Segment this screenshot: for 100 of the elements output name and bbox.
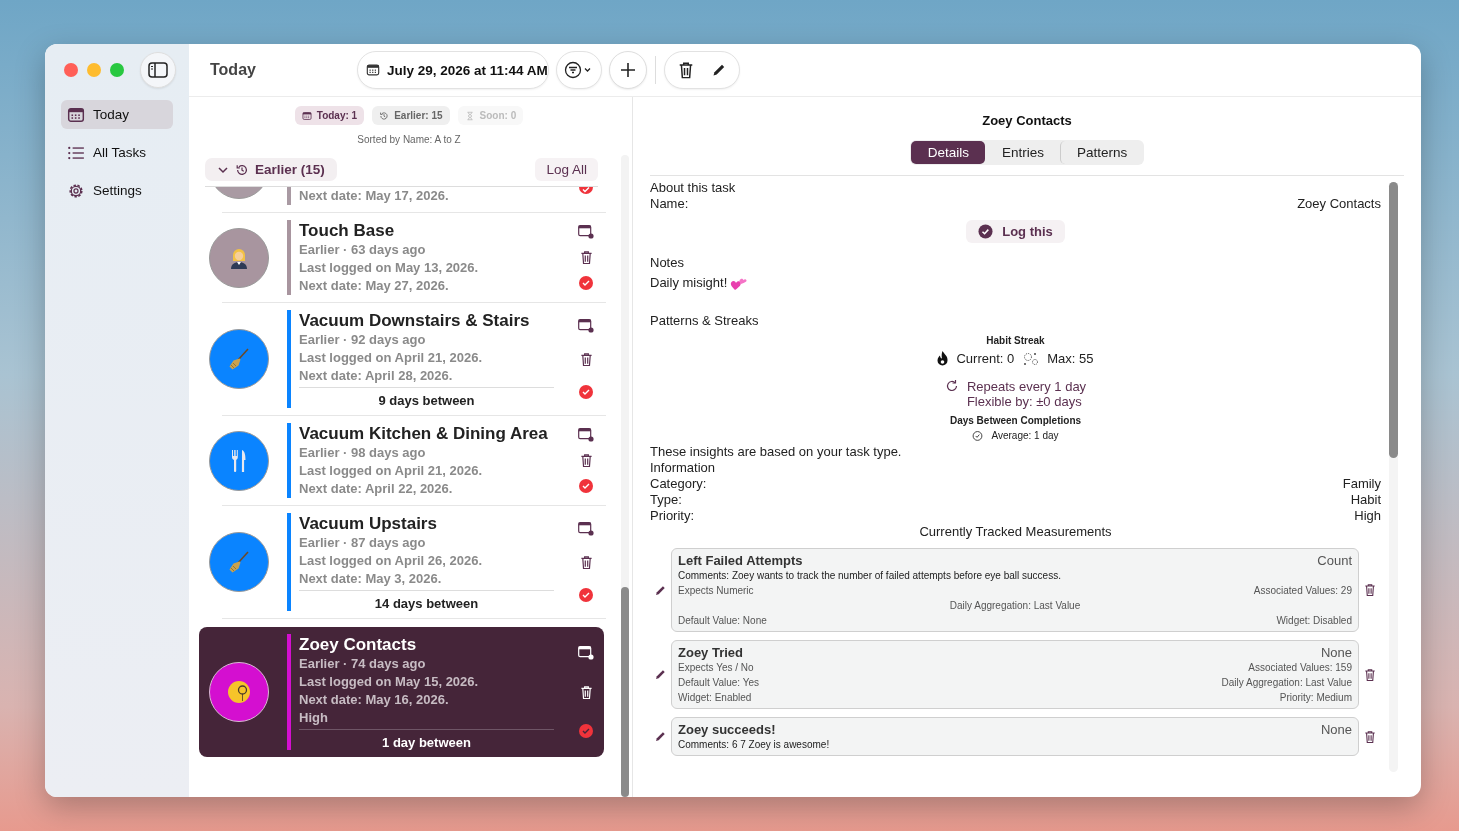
task-row[interactable]: Touch Base Earlier · 63 days ago Last logged on May 13, 2026. Next date: May 27, 2026.: [199, 213, 604, 302]
close-button[interactable]: [64, 63, 78, 77]
section-heading: Currently Tracked Measurements: [918, 524, 1113, 540]
next-date: Next date: April 28, 2026.: [299, 367, 454, 385]
history-icon: [379, 110, 390, 121]
measurement-detail: Associated Values: 29: [1253, 584, 1352, 598]
measurement-detail: Default Value: Yes: [678, 676, 759, 690]
trash-icon[interactable]: [579, 554, 593, 570]
next-date: Next date: May 16, 2026.: [299, 691, 450, 709]
log-this-button[interactable]: Log this: [966, 220, 1065, 243]
next-date: Next date: May 27, 2026.: [299, 277, 450, 295]
sidebar-icon: [148, 62, 168, 78]
task-title: Zoey Contacts: [299, 634, 418, 655]
field-value: High: [1354, 508, 1381, 524]
last-logged: Last logged on April 21, 2026.: [299, 349, 483, 367]
sidebar-toggle-button[interactable]: [140, 52, 176, 88]
last-logged: Last logged on April 21, 2026.: [299, 462, 483, 480]
measurement-detail: Expects Numeric: [678, 584, 754, 598]
broom-icon: [226, 346, 252, 372]
calendar-badge-icon[interactable]: [578, 319, 594, 334]
task-row[interactable]: Vacuum Downstairs & Stairs Earlier · 92 days ago Last logged on April 21, 2026. Next date: April 28, 2026. 9 days between: [199, 303, 604, 415]
trash-icon[interactable]: [1364, 729, 1376, 744]
measurement-detail: Priority: Medium: [1279, 691, 1352, 705]
max-streak: Max: 55: [1047, 351, 1094, 366]
section-header[interactable]: Earlier (15): [205, 158, 337, 181]
check-icon: [978, 224, 994, 239]
measurement-detail: Expects Yes / No: [678, 661, 754, 675]
timer-icon: [972, 430, 984, 441]
trash-icon[interactable]: [579, 453, 593, 468]
task-title: Vacuum Upstairs: [299, 513, 438, 534]
task-status: Earlier · 92 days ago: [299, 331, 427, 349]
calendar-icon: [301, 110, 312, 121]
check-circle-icon[interactable]: [579, 275, 593, 290]
calendar-badge-icon[interactable]: [578, 225, 594, 240]
trash-icon[interactable]: [1364, 583, 1376, 597]
check-circle-icon[interactable]: [579, 478, 593, 493]
task-row[interactable]: Vacuum Upstairs Earlier · 87 days ago Last logged on April 26, 2026. Next date: May 3, 2026. 14 days between: [199, 506, 604, 618]
field-label: Name:: [650, 196, 689, 212]
calendar-icon: [67, 105, 85, 124]
sort-label: Sorted by Name: A to Z: [356, 134, 462, 145]
scrollbar[interactable]: [621, 155, 629, 797]
repeat-icon: [944, 379, 959, 393]
calendar-badge-icon[interactable]: [578, 646, 594, 661]
task-row[interactable]: Zoey Contacts Earlier · 74 days ago Last logged on May 15, 2026. Next date: May 16, 2026. High 1 day between: [199, 627, 604, 757]
task-row[interactable]: Vacuum Kitchen & Dining Area Earlier · 98 days ago Last logged on April 21, 2026. Next date: April 22, 2026.: [199, 416, 604, 505]
task-status: Earlier · 63 days ago: [299, 241, 427, 259]
monocle-icon: [226, 679, 252, 705]
measurement-comment: Comments: 6 7 Zoey is awesome!: [678, 738, 831, 752]
tab[interactable]: Patterns: [1060, 141, 1144, 164]
sidebar-item[interactable]: Today: [61, 100, 173, 129]
history-icon: [235, 162, 249, 177]
check-circle-icon[interactable]: [579, 723, 593, 738]
tab[interactable]: Details: [910, 141, 985, 164]
measurement-unit: Count: [1317, 553, 1352, 568]
plus-icon: [620, 62, 636, 78]
check-circle-icon[interactable]: [579, 384, 593, 399]
field-label: Priority:: [650, 508, 695, 524]
last-logged: Last logged on April 26, 2026.: [299, 552, 483, 570]
next-date: Next date: May 3, 2026.: [299, 570, 443, 588]
trash-icon[interactable]: [579, 351, 593, 367]
trash-icon[interactable]: [579, 250, 593, 265]
days-between: 1 day between: [299, 729, 554, 750]
calendar-icon: [366, 63, 380, 77]
calendar-badge-icon[interactable]: [578, 428, 594, 443]
date-button[interactable]: July 29, 2026 at 11:44 AM: [357, 51, 549, 89]
average-text: Average: 1 day: [991, 430, 1059, 441]
measurement-name: Left Failed Attempts: [678, 553, 803, 568]
add-button[interactable]: [609, 51, 647, 89]
broom-icon: [226, 549, 252, 575]
next-date: Next date: April 22, 2026.: [299, 480, 454, 498]
current-streak: Current: 0: [956, 351, 1015, 366]
measurement-detail: Default Value: None: [678, 614, 767, 628]
field-value: Family: [1342, 476, 1381, 492]
task-status: Earlier · 87 days ago: [299, 534, 427, 552]
log-all-button[interactable]: Log All: [535, 158, 598, 181]
detail-title: Zoey Contacts: [981, 113, 1073, 128]
between-title: Days Between Completions: [948, 415, 1083, 426]
trash-icon[interactable]: [677, 60, 694, 80]
filter-button[interactable]: [556, 51, 602, 89]
scrollbar[interactable]: [1389, 182, 1398, 772]
section-heading: About this task: [650, 180, 737, 196]
window-title: Today: [210, 61, 257, 79]
pencil-icon[interactable]: [710, 62, 727, 78]
pencil-icon[interactable]: [654, 668, 667, 681]
sidebar-item[interactable]: All Tasks: [61, 138, 173, 167]
streak-title: Habit Streak: [985, 335, 1046, 346]
sidebar-item[interactable]: Settings: [61, 176, 173, 205]
task-title: Vacuum Kitchen & Dining Area: [299, 423, 549, 444]
pencil-icon[interactable]: [654, 730, 667, 743]
measurement-detail: Associated Values: 159: [1248, 661, 1352, 675]
task-title: Touch Base: [299, 220, 396, 241]
check-circle-icon[interactable]: [579, 587, 593, 602]
field-value: Habit: [1350, 492, 1381, 508]
filter-chip[interactable]: Today: 1: [294, 106, 365, 125]
filter-chip[interactable]: Earlier: 15: [372, 106, 450, 125]
trash-icon[interactable]: [1364, 667, 1376, 682]
tab[interactable]: Entries: [984, 141, 1060, 164]
last-logged: Last logged on May 15, 2026.: [299, 673, 480, 691]
measurement-name: Zoey Tried: [678, 645, 744, 660]
calendar-badge-icon[interactable]: [578, 522, 594, 537]
